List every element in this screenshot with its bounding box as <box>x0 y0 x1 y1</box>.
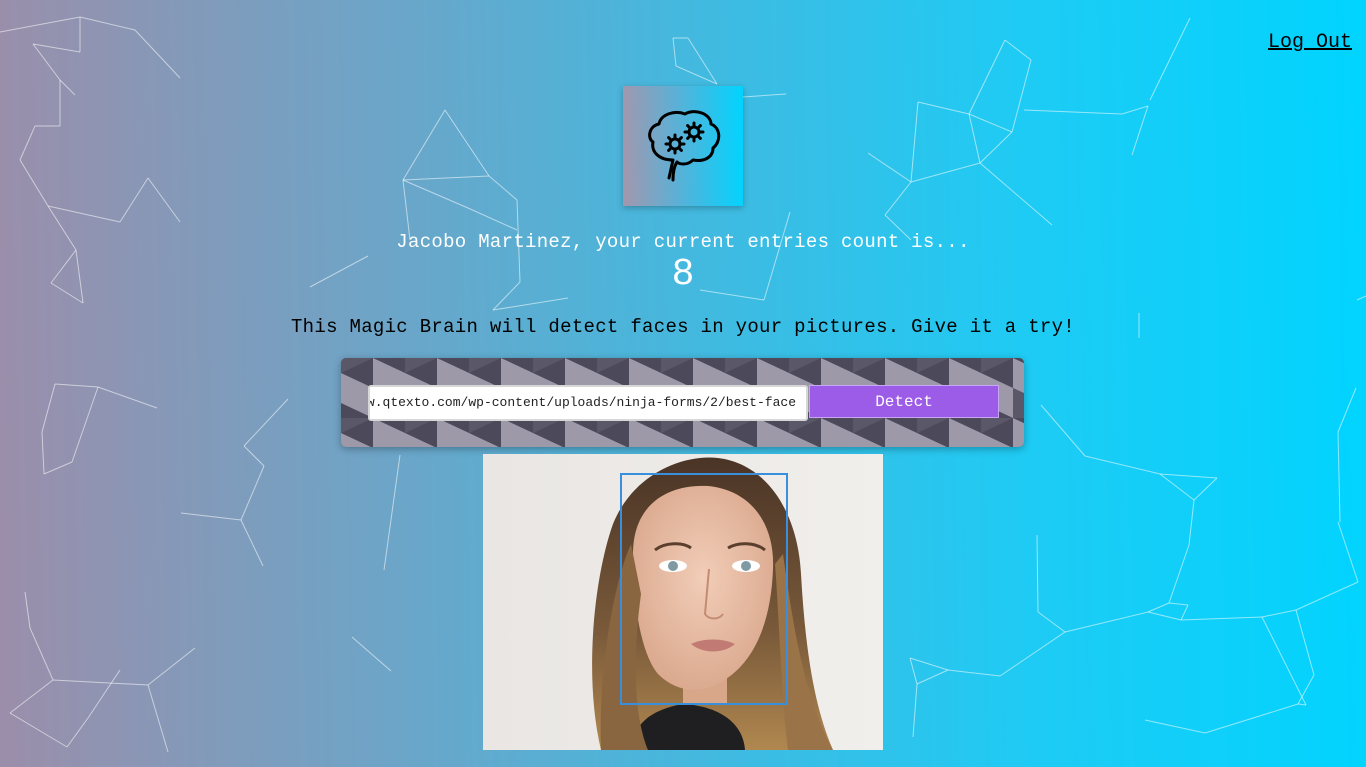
entries-count: 8 <box>671 253 695 296</box>
image-link-form: https://www.qtexto.com/wp-content/upload… <box>341 358 1024 447</box>
image-url-input[interactable]: https://www.qtexto.com/wp-content/upload… <box>368 385 808 421</box>
logout-link[interactable]: Log Out <box>1268 31 1352 54</box>
entries-message: Jacobo Martinez, your current entries co… <box>396 231 970 253</box>
intro-text: This Magic Brain will detect faces in yo… <box>290 316 1076 338</box>
image-url-value: https://www.qtexto.com/wp-content/upload… <box>368 395 796 410</box>
detect-button[interactable]: Detect <box>809 385 999 418</box>
result-image <box>483 454 883 750</box>
face-bounding-box <box>620 473 788 705</box>
app-logo <box>623 86 743 206</box>
brain-gears-icon <box>648 110 721 182</box>
